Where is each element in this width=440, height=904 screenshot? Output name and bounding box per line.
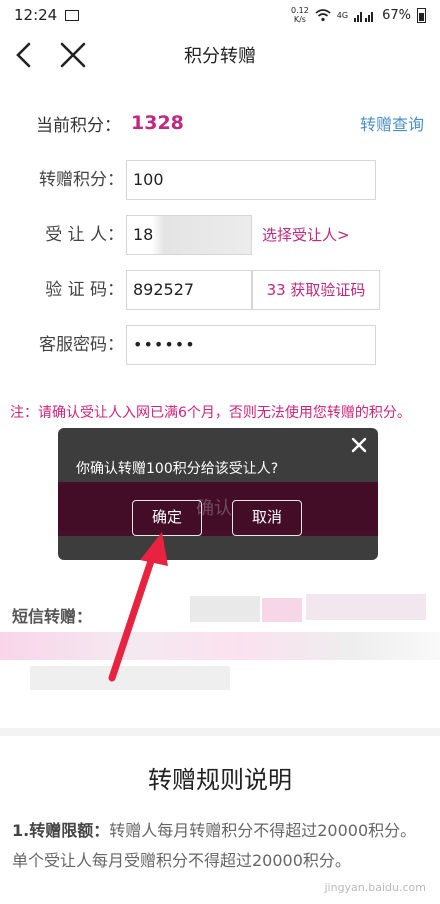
status-time: 12:24	[14, 6, 58, 24]
back-arrow-icon[interactable]	[10, 40, 40, 70]
amount-input[interactable]: 100	[126, 160, 376, 200]
amount-row: 转赠积分： 100	[0, 160, 440, 200]
confirm-button-label: 确认	[196, 498, 232, 519]
dialog-close-icon[interactable]	[350, 436, 368, 454]
network-type-label: 4G	[336, 10, 349, 20]
verification-input[interactable]: 892527	[126, 270, 252, 310]
recipient-input[interactable]: 18	[126, 215, 252, 255]
password-label: 客服密码：	[39, 335, 124, 355]
current-points-value: 1328	[131, 112, 184, 134]
nav-bar: 积分转赠	[0, 30, 440, 80]
notice-text: 注：请确认受让人入网已满6个月，否则无法使用您转赠的积分。	[10, 405, 411, 421]
dialog-ok-button[interactable]: 确定	[132, 500, 202, 536]
amount-label: 转赠积分：	[39, 170, 124, 190]
status-right: 0.12 K/s 4G 67%	[291, 6, 426, 24]
image-notification-icon	[65, 9, 80, 21]
close-icon[interactable]	[58, 40, 88, 70]
signal-icon	[354, 11, 374, 22]
status-bar: 12:24 0.12 K/s 4G 67%	[0, 0, 440, 30]
rules-item-1-title: 1.转赠限额：	[12, 821, 110, 840]
rules-title: 转赠规则说明	[148, 766, 292, 794]
verification-label: 验 证 码：	[45, 280, 124, 300]
wifi-icon	[315, 8, 331, 21]
network-speed: 0.12 K/s	[290, 6, 309, 24]
transfer-query-link[interactable]: 转赠查询	[360, 111, 424, 135]
current-points-label: 当前积分：	[36, 115, 121, 136]
sms-transfer-label: 短信转赠：	[12, 607, 93, 626]
dialog-message: 你确认转赠100积分给该受让人?	[76, 461, 279, 477]
current-points-row: 当前积分： 1328 转赠查询	[36, 108, 424, 138]
recipient-row: 受 让 人： 18 选择受让人>	[0, 215, 440, 255]
password-row: 客服密码： ••••••	[0, 325, 440, 365]
select-recipient-link[interactable]: 选择受让人>	[262, 215, 350, 255]
verification-row: 验 证 码： 892527 33 获取验证码	[0, 270, 440, 310]
sms-transfer-row: 短信转赠：	[12, 600, 92, 630]
dialog-cancel-button[interactable]: 取消	[232, 500, 302, 536]
battery-icon	[417, 7, 426, 23]
rules-item-1: 1.转赠限额：转赠人每月转赠积分不得超过20000积分。单个受让人每月受赠积分不…	[12, 816, 426, 876]
get-code-button[interactable]: 33 获取验证码	[252, 270, 380, 310]
recipient-label: 受 让 人：	[45, 225, 124, 245]
section-divider	[0, 728, 440, 736]
password-input[interactable]: ••••••	[126, 325, 376, 365]
watermark-text: jingyan.baidu.com	[324, 881, 426, 894]
battery-percent: 67%	[382, 7, 411, 23]
